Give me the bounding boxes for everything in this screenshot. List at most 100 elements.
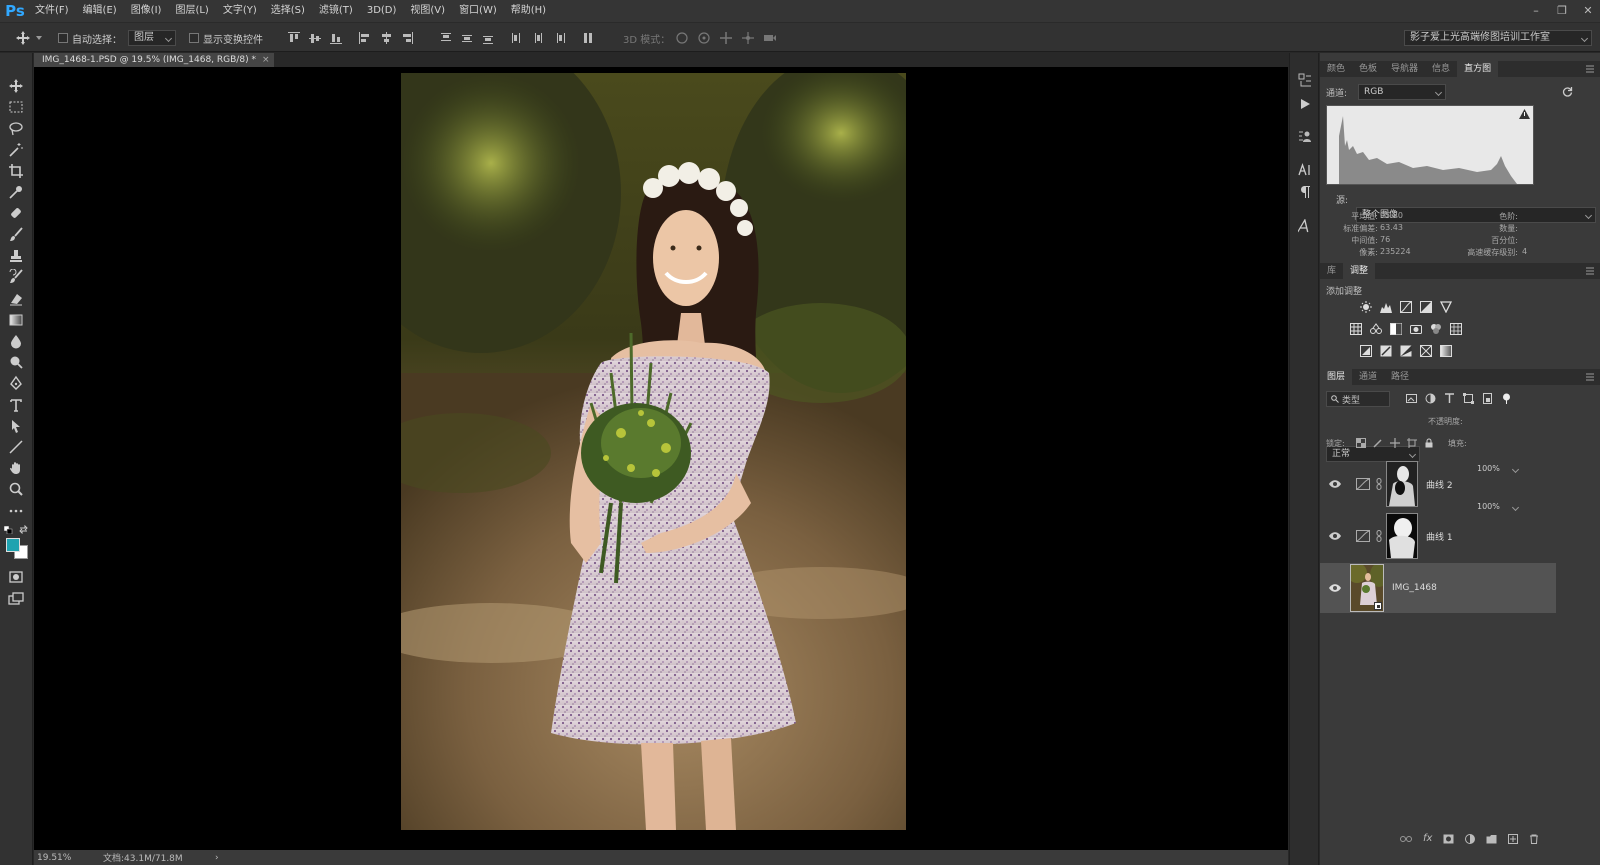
channel-dropdown[interactable]: RGB (1358, 84, 1446, 100)
3d-scale-icon[interactable] (763, 31, 777, 45)
link-icon[interactable] (1376, 478, 1382, 490)
layer-name[interactable]: 曲线 1 (1426, 530, 1453, 543)
black-white-icon[interactable] (1390, 323, 1402, 335)
3d-slide-icon[interactable] (741, 31, 755, 45)
brush-tool-icon[interactable] (8, 227, 24, 243)
distribute-hcenter-icon[interactable] (532, 32, 544, 44)
menu-type[interactable]: 文字(Y) (216, 0, 264, 22)
menu-3d[interactable]: 3D(D) (360, 0, 404, 22)
move-tool-icon[interactable] (8, 78, 24, 94)
filter-smart-object-icon[interactable] (1482, 393, 1493, 404)
link-icon[interactable] (1376, 530, 1382, 542)
move-tool-icon[interactable] (16, 31, 30, 45)
blur-tool-icon[interactable] (8, 333, 24, 349)
tab-libraries[interactable]: 库 (1320, 263, 1343, 279)
layer-row-curves-1[interactable]: 曲线 1 (1320, 511, 1556, 561)
dodge-tool-icon[interactable] (8, 354, 24, 370)
eye-icon[interactable] (1328, 583, 1342, 593)
zoom-tool-icon[interactable] (8, 481, 24, 497)
hand-tool-icon[interactable] (8, 460, 24, 476)
close-icon[interactable]: ✕ (1582, 5, 1594, 17)
align-hcenter-icon[interactable] (380, 32, 392, 44)
eyedropper-tool-icon[interactable] (8, 184, 24, 200)
align-right-icon[interactable] (401, 32, 413, 44)
distribute-left-icon[interactable] (511, 32, 523, 44)
align-vcenter-icon[interactable] (309, 32, 321, 44)
align-bottom-icon[interactable] (330, 32, 342, 44)
menu-image[interactable]: 图像(I) (124, 0, 169, 22)
healing-brush-tool-icon[interactable] (8, 205, 24, 221)
menu-window[interactable]: 窗口(W) (452, 0, 504, 22)
eye-icon[interactable] (1328, 531, 1342, 541)
layer-row-img-1468[interactable]: IMG_1468 (1320, 563, 1556, 613)
link-layers-icon[interactable] (1400, 834, 1412, 844)
lock-transparent-icon[interactable] (1356, 438, 1366, 448)
paragraph-panel-icon[interactable] (1298, 185, 1312, 199)
menu-layer[interactable]: 图层(L) (168, 0, 215, 22)
marquee-tool-icon[interactable] (8, 99, 24, 115)
auto-select-option[interactable]: 自动选择： (58, 29, 122, 47)
3d-pan-icon[interactable] (719, 31, 733, 45)
crop-tool-icon[interactable] (8, 163, 24, 179)
auto-select-target-dropdown[interactable]: 图层 (128, 29, 176, 47)
path-selection-tool-icon[interactable] (8, 418, 24, 434)
align-top-icon[interactable] (288, 32, 300, 44)
tab-channels[interactable]: 通道 (1352, 369, 1384, 385)
type-tool-icon[interactable] (8, 397, 24, 413)
levels-icon[interactable] (1380, 301, 1392, 313)
menu-file[interactable]: 文件(F) (28, 0, 76, 22)
panel-menu-icon[interactable] (1586, 267, 1594, 275)
tab-navigator[interactable]: 导航器 (1384, 61, 1425, 77)
curves-icon[interactable] (1400, 301, 1412, 313)
filter-type-icon[interactable] (1444, 393, 1455, 404)
magic-wand-tool-icon[interactable] (8, 142, 24, 158)
invert-icon[interactable] (1360, 345, 1372, 357)
filter-pixel-icon[interactable] (1406, 393, 1417, 404)
character-panel-icon[interactable] (1298, 163, 1312, 177)
tab-paths[interactable]: 路径 (1384, 369, 1416, 385)
more-tools-icon[interactable] (8, 503, 24, 519)
add-mask-icon[interactable] (1443, 834, 1454, 844)
swap-colors-icon[interactable] (19, 525, 28, 534)
lock-position-icon[interactable] (1390, 438, 1400, 448)
actions-panel-icon[interactable] (1298, 97, 1312, 111)
selective-color-icon[interactable] (1420, 345, 1432, 357)
eraser-tool-icon[interactable] (8, 291, 24, 307)
new-adjustment-layer-icon[interactable] (1465, 833, 1476, 844)
align-left-icon[interactable] (359, 32, 371, 44)
history-brush-tool-icon[interactable] (8, 269, 24, 285)
menu-view[interactable]: 视图(V) (403, 0, 452, 22)
filter-adjustment-icon[interactable] (1425, 393, 1436, 404)
close-tab-icon[interactable]: × (262, 55, 270, 65)
layer-filter-dropdown[interactable]: 类型 (1326, 391, 1390, 407)
clone-stamp-tool-icon[interactable] (8, 248, 24, 264)
layer-mask-thumbnail[interactable] (1386, 461, 1418, 507)
filter-shape-icon[interactable] (1463, 393, 1474, 404)
panel-menu-icon[interactable] (1586, 65, 1594, 73)
foreground-color-swatch[interactable] (6, 538, 20, 552)
menu-edit[interactable]: 编辑(E) (76, 0, 124, 22)
3d-rotate-icon[interactable] (675, 31, 689, 45)
menu-help[interactable]: 帮助(H) (504, 0, 553, 22)
layer-row-curves-2[interactable]: 曲线 2 (1320, 459, 1556, 509)
distribute-vcenter-icon[interactable] (461, 32, 473, 44)
history-panel-icon[interactable] (1298, 73, 1312, 87)
lock-pixels-icon[interactable] (1373, 438, 1383, 448)
filter-toggle-icon[interactable] (1501, 393, 1512, 404)
auto-select-checkbox[interactable] (58, 33, 68, 43)
color-balance-icon[interactable] (1370, 323, 1382, 335)
document-tab[interactable]: IMG_1468-1.PSD @ 19.5% (IMG_1468, RGB/8)… (34, 53, 274, 67)
tab-layers[interactable]: 图层 (1320, 369, 1353, 385)
channel-mixer-icon[interactable] (1430, 323, 1442, 335)
document-canvas[interactable] (34, 67, 1288, 850)
tab-histogram[interactable]: 直方图 (1457, 61, 1499, 77)
properties-panel-icon[interactable] (1298, 129, 1312, 143)
layer-thumbnail[interactable] (1350, 564, 1384, 612)
status-menu-icon[interactable]: › (215, 853, 219, 863)
restore-icon[interactable]: ❐ (1556, 5, 1568, 17)
glyphs-panel-icon[interactable] (1298, 219, 1312, 233)
distribute-top-icon[interactable] (440, 32, 452, 44)
layer-name[interactable]: IMG_1468 (1392, 583, 1437, 593)
default-colors-icon[interactable] (4, 526, 14, 534)
line-tool-icon[interactable] (8, 439, 24, 455)
